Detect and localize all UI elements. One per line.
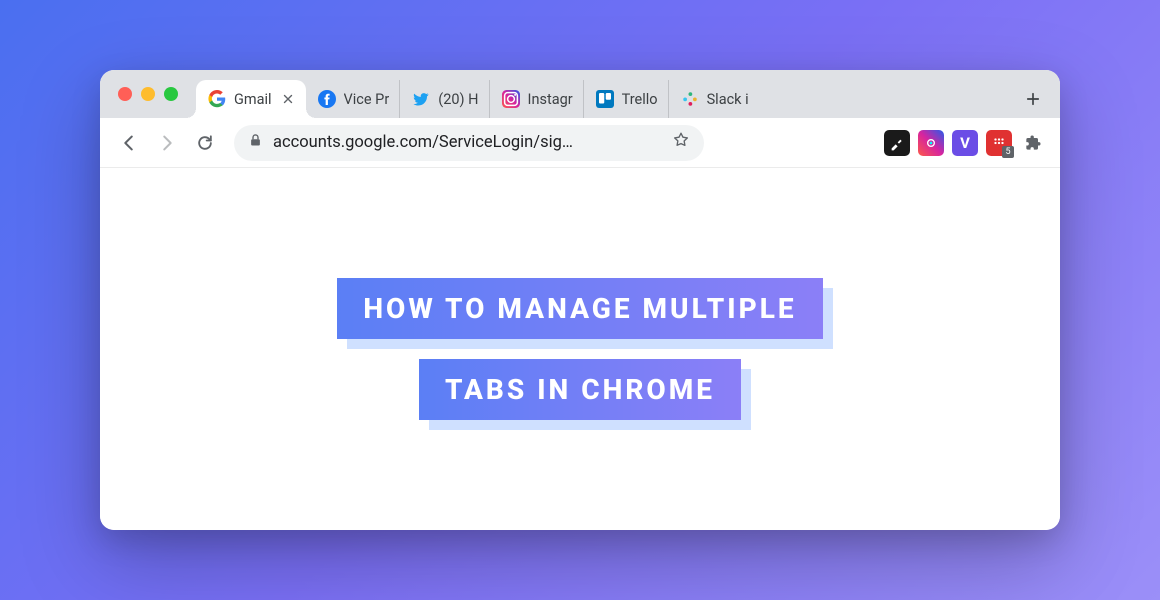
tab-strip: Gmail Vice Pr (20) H	[100, 70, 1060, 118]
tab-label: Gmail	[234, 91, 272, 108]
tab-facebook[interactable]: Vice Pr	[306, 80, 401, 118]
tabs: Gmail Vice Pr (20) H	[196, 70, 1012, 118]
eyedropper-ext-icon[interactable]	[884, 130, 910, 156]
tab-slack[interactable]: Slack i	[669, 80, 759, 118]
extensions-menu-icon[interactable]	[1020, 130, 1046, 156]
tab-twitter[interactable]: (20) H	[400, 80, 489, 118]
address-bar[interactable]: accounts.google.com/ServiceLogin/sig…	[234, 125, 704, 161]
lock-icon	[248, 133, 263, 153]
camera-ext-icon[interactable]	[918, 130, 944, 156]
back-button[interactable]	[114, 128, 144, 158]
tab-label: Slack i	[707, 91, 749, 108]
browser-window: Gmail Vice Pr (20) H	[100, 70, 1060, 530]
ext-badge: 5	[1002, 146, 1014, 158]
facebook-icon	[318, 90, 336, 108]
headline: HOW TO MANAGE MULTIPLE TABS IN CHROME	[337, 268, 822, 430]
forward-button[interactable]	[152, 128, 182, 158]
trello-icon	[596, 90, 614, 108]
tab-label: (20) H	[438, 91, 478, 108]
bookmark-star-icon[interactable]	[672, 131, 690, 154]
page-content: HOW TO MANAGE MULTIPLE TABS IN CHROME	[100, 168, 1060, 530]
url-text: accounts.google.com/ServiceLogin/sig…	[273, 133, 662, 152]
slack-icon	[681, 90, 699, 108]
headline-line-2: TABS IN CHROME	[419, 359, 741, 420]
instagram-icon	[502, 90, 520, 108]
window-controls	[118, 70, 178, 118]
tab-gmail[interactable]: Gmail	[196, 80, 306, 118]
grid-ext-icon[interactable]: 5	[986, 130, 1012, 156]
tab-instagram[interactable]: Instagr	[490, 80, 584, 118]
minimize-window-button[interactable]	[141, 87, 155, 101]
new-tab-button[interactable]	[1018, 84, 1048, 114]
v-ext-icon[interactable]: V	[952, 130, 978, 156]
headline-line-1: HOW TO MANAGE MULTIPLE	[337, 278, 822, 339]
google-icon	[208, 90, 226, 108]
toolbar: accounts.google.com/ServiceLogin/sig… V …	[100, 118, 1060, 168]
close-window-button[interactable]	[118, 87, 132, 101]
tab-label: Trello	[622, 91, 658, 108]
tab-label: Vice Pr	[344, 91, 390, 108]
extensions: V 5	[884, 130, 1046, 156]
maximize-window-button[interactable]	[164, 87, 178, 101]
reload-button[interactable]	[190, 128, 220, 158]
tab-label: Instagr	[528, 91, 573, 108]
twitter-icon	[412, 90, 430, 108]
tab-trello[interactable]: Trello	[584, 80, 669, 118]
close-tab-icon[interactable]	[280, 91, 296, 107]
